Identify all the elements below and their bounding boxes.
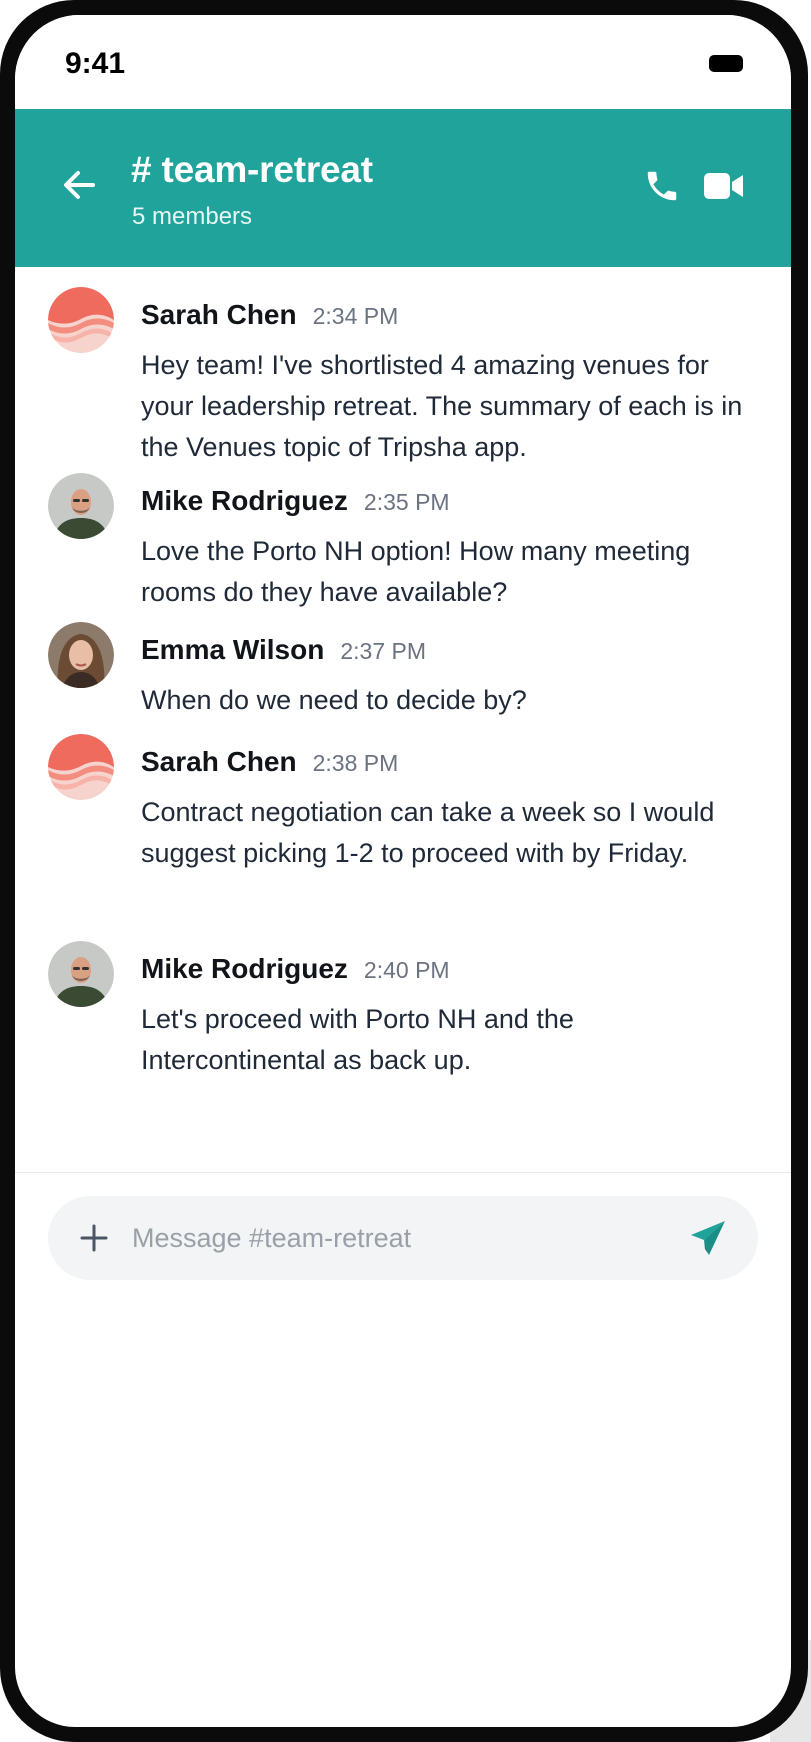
waves-avatar[interactable] <box>48 734 114 800</box>
message-composer <box>48 1196 758 1280</box>
message-timestamp: 2:38 PM <box>312 750 399 776</box>
message-author[interactable]: Emma Wilson 2:37 PM <box>141 634 426 666</box>
app-canvas: 9:41 # team-retreat 5 members Sarah Chen… <box>0 0 811 1742</box>
video-call-icon[interactable] <box>703 169 745 203</box>
author-name[interactable]: Sarah Chen <box>141 299 297 330</box>
message-text: When do we need to decide by? <box>141 685 527 715</box>
man-photo-avatar[interactable] <box>48 941 114 1007</box>
message-author[interactable]: Mike Rodriguez 2:35 PM <box>141 485 450 517</box>
man-photo-avatar[interactable] <box>48 473 114 539</box>
woman-photo-avatar[interactable] <box>48 622 114 688</box>
back-arrow-icon[interactable] <box>59 165 99 205</box>
send-icon[interactable] <box>688 1218 728 1258</box>
message-timestamp: 2:34 PM <box>312 303 399 329</box>
message-input[interactable] <box>132 1214 652 1262</box>
author-name[interactable]: Sarah Chen <box>141 746 297 777</box>
author-name[interactable]: Mike Rodriguez <box>141 953 348 984</box>
message-text: Hey team! I've shortlisted 4 amazing ven… <box>141 350 743 462</box>
member-count[interactable]: 5 members <box>132 203 252 231</box>
author-name[interactable]: Emma Wilson <box>141 634 324 665</box>
channel-title: # team-retreat <box>131 149 373 190</box>
message-timestamp: 2:40 PM <box>363 957 450 983</box>
message-timestamp: 2:35 PM <box>363 489 450 515</box>
channel-header: # team-retreat 5 members <box>15 109 791 267</box>
message-text: Love the Porto NH option! How many meeti… <box>141 536 691 607</box>
message-text: Let's proceed with Porto NH and the Inte… <box>141 1004 574 1075</box>
phone-screen: 9:41 # team-retreat 5 members Sarah Chen… <box>15 15 791 1727</box>
status-bar: 9:41 <box>15 15 791 109</box>
message-timestamp: 2:37 PM <box>340 638 426 664</box>
plus-icon[interactable] <box>78 1222 110 1254</box>
phone-call-icon[interactable] <box>643 167 681 205</box>
waves-avatar[interactable] <box>48 287 114 353</box>
composer-divider <box>15 1172 791 1173</box>
author-name[interactable]: Mike Rodriguez <box>141 485 348 516</box>
message-author[interactable]: Mike Rodriguez 2:40 PM <box>141 953 450 985</box>
phone-frame: 9:41 # team-retreat 5 members Sarah Chen… <box>0 0 808 1742</box>
message-author[interactable]: Sarah Chen 2:34 PM <box>141 299 398 331</box>
message-author[interactable]: Sarah Chen 2:38 PM <box>141 746 398 778</box>
status-time: 9:41 <box>65 47 126 80</box>
battery-icon <box>709 55 743 72</box>
message-text: Contract negotiation can take a week so … <box>141 797 715 868</box>
